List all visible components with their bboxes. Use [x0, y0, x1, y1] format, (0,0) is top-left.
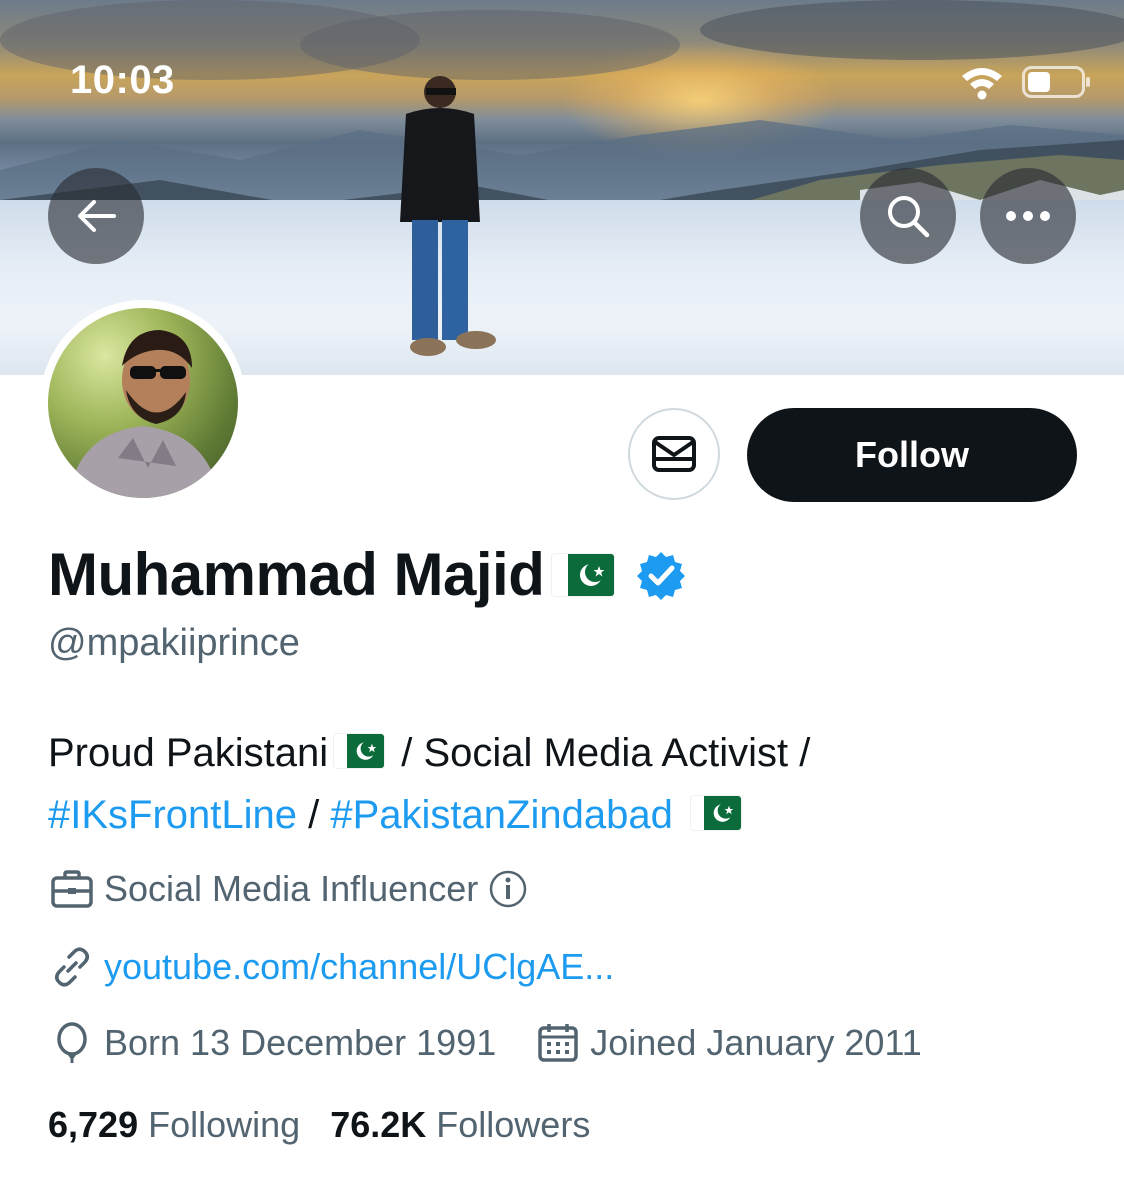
verified-badge-icon[interactable] — [636, 550, 686, 600]
birth-date: Born 13 December 1991 — [104, 1022, 497, 1063]
hashtag-link[interactable]: #PakistanZindabad — [330, 793, 672, 837]
bio-line-1: Proud Pakistani / Social Media Activist … — [48, 722, 1088, 784]
pakistan-flag-icon — [334, 734, 385, 769]
pakistan-flag-icon — [690, 796, 741, 831]
name-row: Muhammad Majid — [48, 540, 686, 609]
follow-button[interactable]: Follow — [747, 408, 1077, 502]
website-link[interactable]: youtube.com/channel/UClgAE... — [104, 946, 614, 988]
avatar[interactable] — [40, 300, 246, 506]
more-horizontal-icon — [1006, 211, 1050, 221]
envelope-icon — [652, 436, 696, 472]
handle: @mpakiiprince — [48, 622, 300, 664]
join-date: Joined January 2011 — [590, 1022, 922, 1063]
pakistan-flag-icon — [552, 553, 615, 596]
avatar-photo — [48, 308, 238, 498]
banner-cloud — [700, 0, 1124, 60]
following-count: 6,729 — [48, 1104, 139, 1145]
follow-counts: 6,729 Following 76.2K Followers — [48, 1104, 590, 1146]
battery-icon — [1022, 66, 1090, 98]
bio: Proud Pakistani / Social Media Activist … — [48, 722, 1088, 846]
wifi-icon — [962, 68, 1002, 100]
more-button[interactable] — [980, 168, 1076, 264]
link-icon — [55, 947, 89, 987]
status-time: 10:03 — [70, 58, 175, 102]
bio-separator: / — [297, 793, 331, 837]
bio-text: / Social Media Activist / — [390, 731, 811, 775]
followers-count: 76.2K — [330, 1104, 427, 1145]
bio-text: Proud Pakistani — [48, 731, 329, 775]
hashtag-link[interactable]: #IKsFrontLine — [48, 793, 297, 837]
following-label: Following — [148, 1104, 301, 1145]
arrow-left-icon — [78, 200, 116, 232]
search-icon — [888, 196, 930, 238]
website-row: youtube.com/channel/UClgAE... — [50, 946, 614, 988]
category-label: Social Media Influencer — [104, 868, 479, 909]
banner-person — [400, 76, 496, 356]
balloon-icon — [57, 1022, 87, 1063]
back-button[interactable] — [48, 168, 144, 264]
followers-label: Followers — [436, 1104, 591, 1145]
followers-link[interactable]: 76.2K Followers — [330, 1104, 590, 1146]
calendar-icon — [538, 1024, 578, 1062]
message-button[interactable] — [628, 408, 720, 500]
info-icon[interactable] — [488, 869, 528, 909]
briefcase-icon — [51, 870, 93, 908]
category-row: Social Media Influencer — [50, 868, 538, 910]
bio-line-2: #IKsFrontLine / #PakistanZindabad — [48, 784, 1088, 846]
banner-cloud — [300, 10, 680, 80]
search-button[interactable] — [860, 168, 956, 264]
dates-row: Born 13 December 1991 Joined January 201… — [50, 1022, 922, 1064]
following-link[interactable]: 6,729 Following — [48, 1104, 300, 1146]
display-name: Muhammad Majid — [48, 541, 545, 608]
